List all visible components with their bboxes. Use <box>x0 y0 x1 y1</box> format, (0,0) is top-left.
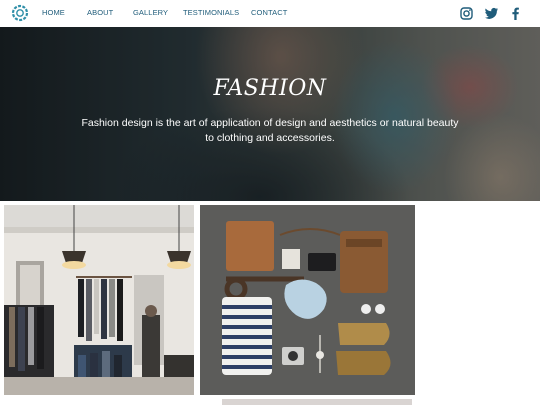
instagram-icon[interactable] <box>459 6 474 21</box>
clothing-store-photo <box>4 205 194 395</box>
hero-title: FASHION <box>213 76 327 101</box>
nav-gallery-link[interactable]: GALLERY <box>133 8 168 17</box>
facebook-icon[interactable] <box>508 6 523 21</box>
hero-description: Fashion design is the art of application… <box>81 117 459 144</box>
circular-logo-icon[interactable] <box>11 4 29 22</box>
gallery-thumbnail-strip <box>222 399 412 405</box>
top-navbar: HOME ABOUT GALLERY TESTIMONIALS CONTACT <box>0 0 540 27</box>
nav-home-link[interactable]: HOME <box>42 8 65 17</box>
nav-testimonials-link[interactable]: TESTIMONIALS <box>183 8 239 17</box>
nav-contact-link[interactable]: CONTACT <box>251 8 287 17</box>
twitter-icon[interactable] <box>484 6 499 21</box>
fashion-flatlay-photo <box>200 205 415 395</box>
hero-banner: FASHION Fashion design is the art of app… <box>0 27 540 201</box>
nav-about-link[interactable]: ABOUT <box>87 8 113 17</box>
